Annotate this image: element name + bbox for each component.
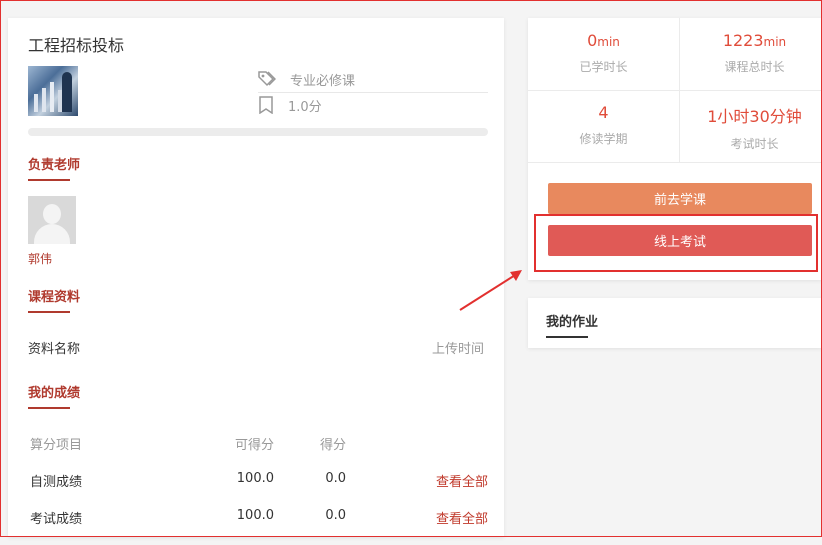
course-title: 工程招标投标 <box>28 36 125 55</box>
score-got: 0.0 <box>325 508 346 523</box>
stats-divider-horizontal <box>528 162 822 163</box>
course-thumbnail <box>28 66 78 116</box>
table-row: 自测成绩 100.0 0.0 查看全部 <box>28 471 488 508</box>
stat-semester: 4 修读学期 <box>528 90 679 161</box>
table-row: 考试成绩 100.0 0.0 查看全部 <box>28 508 488 545</box>
course-tag-row: 专业必修课 <box>258 68 488 93</box>
study-progress-bar <box>28 128 488 136</box>
view-all-link[interactable]: 查看全部 <box>436 471 488 490</box>
score-available: 100.0 <box>236 508 274 523</box>
scores-col-available: 可得分 <box>234 438 274 453</box>
score-got: 0.0 <box>325 471 346 486</box>
tag-icon <box>258 71 276 87</box>
score-item: 考试成绩 <box>30 512 83 527</box>
course-credit-row: 1.0分 <box>258 94 488 116</box>
stat-exam-time: 1小时30分钟 考试时长 <box>679 90 822 161</box>
teacher-avatar[interactable] <box>28 196 76 244</box>
stat-total-label: 课程总时长 <box>724 60 785 74</box>
stat-total: 1223min 课程总时长 <box>679 18 822 89</box>
exam-button-highlight-box <box>534 214 818 272</box>
scores-section-heading: 我的成绩 <box>28 382 80 409</box>
materials-col-name: 资料名称 <box>28 342 81 357</box>
teacher-section-heading: 负责老师 <box>28 154 80 181</box>
materials-col-time: 上传时间 <box>431 342 484 357</box>
go-study-button[interactable]: 前去学课 <box>548 183 812 214</box>
stat-total-value: 1223 <box>722 31 764 50</box>
course-tag: 专业必修课 <box>290 73 356 89</box>
stat-studied-unit: min <box>597 35 620 49</box>
stat-total-unit: min <box>763 35 787 49</box>
stat-semester-value: 4 <box>598 103 609 122</box>
stat-studied-value: 0 <box>587 31 598 50</box>
homework-heading: 我的作业 <box>546 311 598 338</box>
course-credit: 1.0分 <box>288 99 322 115</box>
course-detail-card: 工程招标投标 专业必修课 1.0分 负责老师 郭伟 课程资料 资料名称 上传时间… <box>8 18 504 537</box>
scores-table: 算分项目 可得分 得分 自测成绩 100.0 0.0 查看全部 考试成绩 100… <box>28 434 488 545</box>
stat-semester-label: 修读学期 <box>579 132 628 146</box>
stat-exam-time-label: 考试时长 <box>730 137 779 151</box>
scores-header-row: 算分项目 可得分 得分 <box>28 434 488 471</box>
score-item: 自测成绩 <box>30 475 83 490</box>
bookmark-icon <box>259 96 273 114</box>
annotation-arrow-icon <box>459 270 522 311</box>
stat-exam-time-value: 1小时30分钟 <box>707 107 802 126</box>
materials-section-heading: 课程资料 <box>28 286 80 313</box>
view-all-link[interactable]: 查看全部 <box>436 508 488 527</box>
scores-col-item: 算分项目 <box>30 438 83 453</box>
teacher-name[interactable]: 郭伟 <box>28 250 52 267</box>
stat-studied-label: 已学时长 <box>579 60 628 74</box>
materials-header-row: 资料名称 上传时间 <box>28 338 484 357</box>
homework-card: 我的作业 <box>528 298 822 348</box>
score-available: 100.0 <box>236 471 274 486</box>
stats-divider-horizontal <box>528 90 822 91</box>
stat-studied: 0min 已学时长 <box>528 18 679 89</box>
scores-col-got: 得分 <box>319 438 346 453</box>
